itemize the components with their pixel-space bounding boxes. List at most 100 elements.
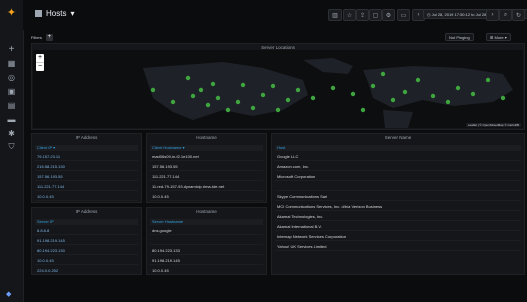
explore-icon[interactable]: ◎ [0,70,23,84]
server-location-dot[interactable] [170,99,176,105]
table-row[interactable]: Akamai International B.V. [275,223,521,231]
server-location-dot[interactable] [270,83,276,89]
table-row[interactable] [275,183,521,191]
table-row[interactable] [150,237,263,245]
table-row[interactable]: 80.194.223.130 [35,247,138,255]
server-location-dot[interactable] [470,91,476,97]
table-row[interactable]: 10.0.0.45 [150,267,263,274]
server-location-dot[interactable] [295,87,301,93]
table-row[interactable]: Akamai Technologies, Inc. [275,213,521,221]
server-location-dot[interactable] [185,75,191,81]
column-header[interactable]: Host [275,145,521,151]
chevron-down-icon: ▾ [70,9,75,18]
table-row[interactable]: 10.0.0.45 [150,193,263,201]
table-row[interactable]: 10.0.0.45 [35,193,138,201]
table-row[interactable]: 8.8.8.8 [35,227,138,235]
zoom-out-time-button[interactable]: ⌕ [499,9,512,21]
save-button[interactable]: ▢ [369,9,382,21]
world-map[interactable]: + − Leaflet | © OpenStreetMap © CartoDB [33,50,523,128]
table-row[interactable]: mad06s09-in-f2.1e100.net [150,153,263,161]
table-row[interactable]: dns.google [150,227,263,235]
settings-button[interactable]: ⚙ [382,9,395,21]
server-location-dot[interactable] [485,77,491,83]
column-header[interactable]: Client Hostname ▾ [150,145,263,151]
server-location-dot[interactable] [430,93,436,99]
server-location-dot[interactable] [215,95,221,101]
server-location-dot[interactable] [415,77,421,83]
server-location-dot[interactable] [285,97,291,103]
server-location-dot[interactable] [205,102,211,108]
table-row[interactable]: 216.58.215.130 [35,163,138,171]
table-row[interactable]: Microsoft Corporation [275,173,521,181]
table-row[interactable]: Internap Network Services Corporation [275,233,521,241]
user-avatar-icon[interactable]: ◆ [6,290,11,298]
server-ip-panel: IP Address Server IP 8.8.8.8 91.198.219.1… [31,207,142,275]
server-location-dot[interactable] [190,93,196,99]
table-row[interactable]: 79.157.23.11 [35,153,138,161]
not-pinging-button[interactable]: Not Pinging [445,33,474,41]
filters-label: Filters [31,35,42,40]
table-row[interactable]: 91.198.219.145 [35,237,138,245]
server-location-dot[interactable] [390,97,396,103]
more-button[interactable]: ⊞ More ▾ [486,33,511,41]
server-location-dot[interactable] [235,99,241,105]
table-row[interactable]: Yahoo! UK Services Limited [275,243,521,251]
folder-icon[interactable]: ▤ [0,98,23,112]
table-row[interactable]: 157.56.193.55 [150,163,263,171]
server-location-dot[interactable] [260,92,266,98]
server-location-dot[interactable] [350,91,356,97]
table-row[interactable]: 111.221.77.144 [150,173,263,181]
server-location-dot[interactable] [310,95,316,101]
grafana-logo-icon[interactable]: ✦ [0,4,23,20]
server-location-dot[interactable] [445,99,451,105]
plus-icon[interactable]: + [0,42,23,56]
zoom-out-button[interactable]: − [36,62,44,71]
column-header[interactable]: Server IP [35,219,138,225]
server-location-dot[interactable] [250,105,256,111]
map-attribution: Leaflet | © OpenStreetMap © CartoDB [465,123,521,127]
table-row[interactable]: Google LLC [275,153,521,161]
zoom-in-button[interactable]: + [36,54,44,62]
refresh-button[interactable]: ↻ [512,9,525,21]
column-header[interactable]: Client IP ▾ [35,145,138,151]
server-location-dot[interactable] [150,87,156,93]
table-row[interactable]: 224.0.0.252 [35,267,138,274]
grid-icon [35,10,42,17]
share-button[interactable]: ⇪ [356,9,369,21]
table-row[interactable]: 157.56.193.55 [35,173,138,181]
time-forward-button[interactable]: › [486,9,499,21]
server-location-dot[interactable] [225,107,231,113]
server-location-dot[interactable] [402,89,408,95]
shield-icon[interactable]: ⛉ [0,140,23,154]
table-row[interactable]: 91.198.219.145 [150,257,263,265]
dashboard-title[interactable]: Hosts ▾ [35,9,74,18]
server-location-dot[interactable] [240,82,246,88]
table-row[interactable]: Amazon.com, Inc. [275,163,521,171]
layers-icon[interactable]: ▬ [0,112,23,126]
server-location-dot[interactable] [500,95,506,101]
server-location-dot[interactable] [275,107,281,113]
server-location-dot[interactable] [210,81,216,87]
server-location-dot[interactable] [330,85,336,91]
panel-title: IP Address [75,209,98,214]
table-row[interactable]: MCI Communications Services, Inc. d/b/a … [275,203,521,211]
star-button[interactable]: ☆ [343,9,356,21]
server-location-dot[interactable] [198,87,204,93]
server-location-dot[interactable] [370,83,376,89]
tv-mode-button[interactable]: ▭ [397,9,410,21]
server-location-dot[interactable] [360,107,366,113]
table-row[interactable]: 10.0.0.45 [35,257,138,265]
alerting-icon[interactable]: ▣ [0,84,23,98]
table-row[interactable]: 80.194.223.133 [150,247,263,255]
table-row[interactable]: 111.221.77.144 [35,183,138,191]
add-panel-button[interactable]: ▥ [328,9,342,21]
server-location-dot[interactable] [455,85,461,91]
gear-icon[interactable]: ✱ [0,126,23,140]
column-header[interactable]: Server Hostname [150,219,263,225]
server-location-dot[interactable] [380,71,386,77]
table-row[interactable]: 11.red-79-157-93.dynamicip.rima-tde.net [150,183,263,191]
dashboard-title-text: Hosts [46,9,67,18]
table-row[interactable]: Skype Communications Sarl [275,193,521,201]
dashboards-icon[interactable]: ▦ [0,56,23,70]
add-filter-button[interactable]: + [45,34,53,41]
